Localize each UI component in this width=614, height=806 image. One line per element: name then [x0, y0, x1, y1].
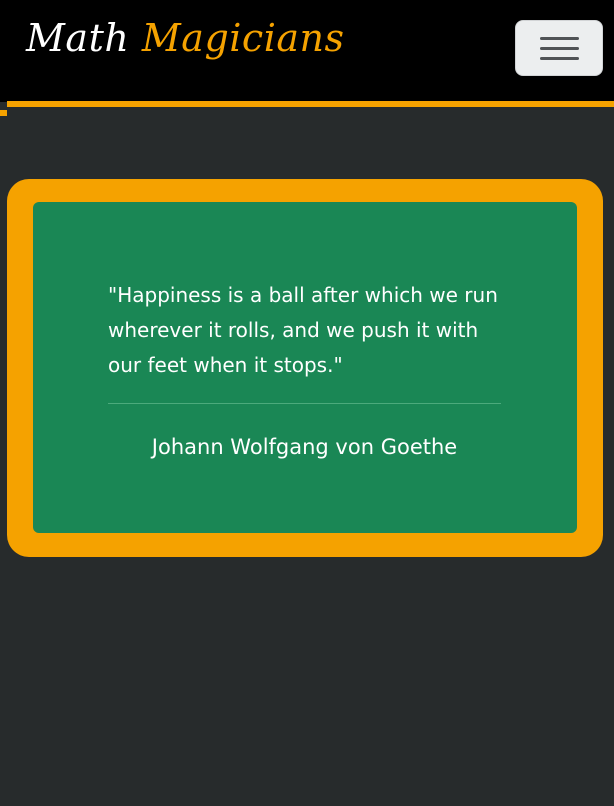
- navbar-accent-tick: [0, 110, 7, 116]
- navbar: Math Magicians: [0, 0, 614, 102]
- brand-logo-math: Math: [26, 16, 130, 60]
- quote-card: "Happiness is a ball after which we run …: [33, 202, 577, 533]
- quote-author: Johann Wolfgang von Goethe: [151, 435, 458, 459]
- hamburger-menu-icon: [540, 37, 579, 40]
- brand-logo-magicians: Magicians: [129, 16, 345, 60]
- hamburger-menu-icon-bar: [540, 57, 579, 60]
- hamburger-menu-icon-bar: [540, 47, 579, 50]
- quote-text: "Happiness is a ball after which we run …: [108, 283, 498, 377]
- navbar-accent-line: [7, 101, 614, 107]
- quote-divider: [108, 403, 501, 404]
- brand-logo[interactable]: Math Magicians: [26, 12, 345, 64]
- menu-toggle-button[interactable]: [515, 20, 603, 76]
